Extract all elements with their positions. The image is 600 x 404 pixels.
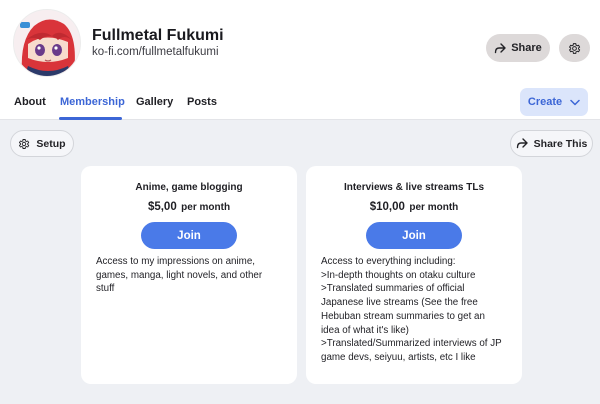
share-button[interactable]: Share: [486, 34, 550, 62]
tier-price-line: $5,00 per month: [81, 197, 297, 215]
tier-title: Anime, game blogging: [135, 182, 243, 193]
tier-card: Interviews & live streams TLs $10,00 per…: [306, 166, 522, 384]
profile-url[interactable]: ko-fi.com/fullmetalfukumi: [92, 46, 219, 58]
share-label: Share: [511, 42, 542, 54]
settings-button[interactable]: [559, 34, 590, 62]
chevron-down-icon: [570, 99, 580, 105]
setup-label: Setup: [36, 137, 66, 150]
share-this-label: Share This: [533, 137, 588, 150]
description-line: Access to everything including:: [321, 256, 456, 267]
tab-gallery[interactable]: Gallery: [136, 96, 173, 108]
tab-membership[interactable]: Membership: [60, 96, 125, 108]
gear-icon: [19, 138, 30, 149]
description-line: games, manga, light novels, and other: [96, 269, 263, 281]
description-line: Access to my impressions on anime,: [96, 256, 255, 267]
tier-period: per month: [181, 202, 231, 213]
join-button[interactable]: Join: [141, 222, 237, 249]
tier-title: Interviews & live streams TLs: [343, 182, 485, 193]
tier-price: $5,00: [147, 201, 177, 213]
create-button[interactable]: Create: [520, 88, 588, 116]
description-line: Hebuban stream summaries to get an: [321, 310, 485, 322]
active-tab-indicator: [59, 117, 122, 120]
join-button[interactable]: Join: [366, 222, 462, 249]
share-arrow-icon: [516, 138, 528, 149]
tab-posts[interactable]: Posts: [187, 96, 217, 108]
description-line: >Translated/Summarized interviews of JP: [321, 338, 502, 350]
avatar-illustration: [14, 10, 80, 76]
description-line: idea of what it's like): [321, 324, 409, 336]
tier-description: Access to everything including: >In-dept…: [321, 255, 511, 365]
description-line: >Translated summaries of official: [321, 283, 465, 295]
tier-description: Access to my impressions on anime, games…: [96, 255, 286, 296]
avatar[interactable]: [13, 9, 81, 77]
profile-header: Fullmetal Fukumi ko-fi.com/fullmetalfuku…: [0, 0, 600, 120]
share-this-button[interactable]: Share This: [510, 130, 593, 157]
gear-icon: [569, 42, 581, 54]
description-line: game devs, seiyuu, artists, etc I like: [321, 351, 476, 363]
share-arrow-icon: [495, 42, 506, 53]
tier-price: $10,00: [369, 201, 405, 213]
tier-price-line: $10,00 per month: [306, 197, 522, 215]
tier-card: Anime, game blogging $5,00 per month Joi…: [81, 166, 297, 384]
tier-period: per month: [409, 202, 459, 213]
profile-name: Fullmetal Fukumi: [92, 27, 224, 44]
description-line: >In-depth thoughts on otaku culture: [321, 269, 476, 281]
setup-button[interactable]: Setup: [10, 130, 74, 157]
description-line: Japanese live streams (See the free: [321, 297, 478, 309]
description-line: stuff: [96, 283, 115, 295]
tab-about[interactable]: About: [14, 96, 46, 108]
create-label: Create: [527, 96, 563, 108]
